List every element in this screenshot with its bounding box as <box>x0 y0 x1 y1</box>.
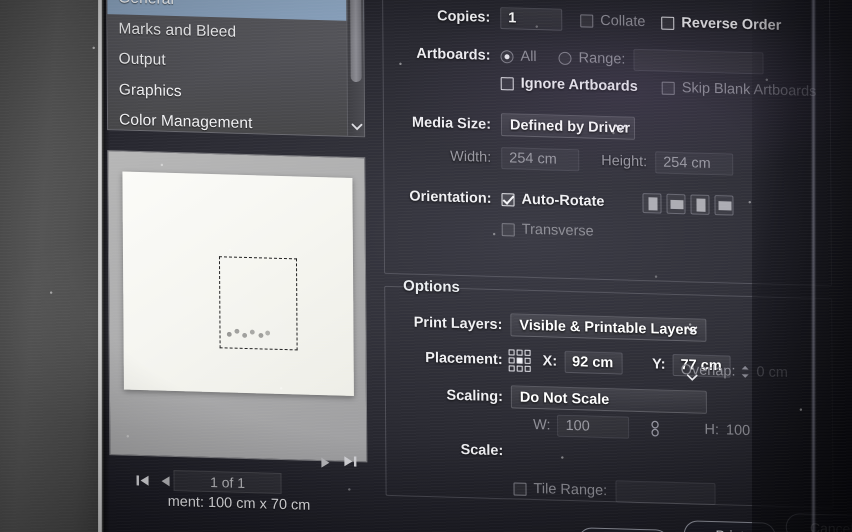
link-scale-icon[interactable] <box>649 418 660 438</box>
orientation-portrait-flipped-icon[interactable] <box>690 194 710 215</box>
width-input[interactable]: 254 cm <box>501 147 580 172</box>
orientation-landscape-flipped-icon[interactable] <box>714 195 734 216</box>
placement-cell[interactable] <box>516 365 523 372</box>
placement-label: Placement: <box>425 349 503 369</box>
page-count-value: 1 of 1 <box>209 473 246 491</box>
placement-cell[interactable] <box>516 349 523 357</box>
first-page-button[interactable] <box>136 474 150 490</box>
print-preview[interactable] <box>107 150 368 463</box>
placement-cell[interactable] <box>524 365 531 372</box>
previous-page-button[interactable] <box>160 475 172 491</box>
tile-range-checkbox[interactable] <box>513 481 527 496</box>
scaling-value: Do Not Scale <box>519 389 610 408</box>
preview-page <box>122 171 354 396</box>
width-label: Width: <box>450 148 492 166</box>
sidebar-item-label: Marks and Bleed <box>118 20 237 41</box>
sidebar-item-label: Output <box>118 50 166 69</box>
tile-range-label: Tile Range: <box>533 481 608 500</box>
x-label: X: <box>542 353 558 370</box>
preview-footer: 1 of 1 ment: 100 cm x 70 cm <box>109 455 367 514</box>
skip-blank-artboards-checkbox[interactable] <box>661 81 675 95</box>
placement-grid-icon[interactable] <box>508 349 531 372</box>
orientation-label: Orientation: <box>409 188 492 207</box>
print-settings-sidebar[interactable]: General Marks and Bleed Output Graphics … <box>106 0 366 138</box>
chevron-down-icon <box>686 371 698 385</box>
chevron-down-icon <box>686 322 698 336</box>
artboards-all-label: All <box>520 48 537 66</box>
media-size-select[interactable]: Defined by Driver <box>500 113 636 140</box>
page-count-field[interactable]: 1 of 1 <box>173 469 282 494</box>
last-page-button[interactable] <box>343 455 357 471</box>
tile-range-input[interactable] <box>615 480 716 506</box>
placement-cell[interactable] <box>508 349 515 356</box>
media-size-value: Defined by Driver <box>509 116 631 137</box>
ignore-artboards-label: Ignore Artboards <box>520 75 638 95</box>
print-button-label: Print <box>715 527 744 532</box>
copies-input[interactable]: 1 <box>500 7 563 31</box>
sidebar-item-label: Color Management <box>118 111 253 133</box>
screen-photo-scene: General Marks and Bleed Output Graphics … <box>0 0 852 532</box>
artboards-range-label: Range: <box>578 50 626 68</box>
sidebar-item-label: General <box>118 0 174 9</box>
monitor-bezel-right <box>752 0 852 532</box>
sidebar-item-label: Graphics <box>118 81 182 100</box>
ignore-artboards-checkbox[interactable] <box>500 76 514 90</box>
collate-checkbox[interactable] <box>580 13 594 28</box>
w-label: W: <box>533 416 551 434</box>
artboards-all-radio[interactable] <box>500 49 514 63</box>
options-group-title: Options <box>403 277 460 296</box>
scaling-label: Scaling: <box>446 387 503 405</box>
w-input[interactable]: 100 <box>557 414 630 439</box>
scale-label: Scale: <box>460 441 504 460</box>
sidebar-scrollbar[interactable] <box>346 0 365 138</box>
next-page-button[interactable] <box>319 456 331 472</box>
height-value: 254 cm <box>663 154 711 172</box>
transverse-checkbox[interactable] <box>501 222 515 236</box>
auto-rotate-checkbox[interactable] <box>501 192 515 206</box>
monitor-bezel-left <box>0 0 104 532</box>
sidebar-scrollbar-thumb[interactable] <box>350 0 362 83</box>
h-label: H: <box>704 421 720 439</box>
placement-cell-selected[interactable] <box>516 357 523 364</box>
placement-cell[interactable] <box>524 357 531 365</box>
auto-rotate-label: Auto-Rotate <box>521 191 605 210</box>
w-value: 100 <box>565 417 590 435</box>
x-value: 92 cm <box>572 354 614 372</box>
artboards-range-radio[interactable] <box>558 51 572 65</box>
artboards-range-input[interactable] <box>633 48 764 75</box>
print-layers-value: Visible & Printable Layers <box>519 317 698 339</box>
preview-artwork-content <box>223 326 272 341</box>
setup-button[interactable] <box>577 527 670 532</box>
placement-cell[interactable] <box>508 364 516 372</box>
orientation-landscape-icon[interactable] <box>666 193 686 215</box>
artboards-label: Artboards: <box>416 45 491 64</box>
copies-label: Copies: <box>437 8 491 26</box>
monitor-bezel-right-edge <box>811 0 816 532</box>
orientation-portrait-icon[interactable] <box>642 193 662 214</box>
width-value: 254 cm <box>509 150 557 168</box>
chevron-down-icon[interactable] <box>351 122 363 134</box>
reverse-order-checkbox[interactable] <box>661 16 675 30</box>
document-size-label: ment: 100 cm x 70 cm <box>167 493 311 514</box>
collate-label: Collate <box>600 12 646 31</box>
orientation-buttons[interactable] <box>642 193 734 216</box>
chevron-down-icon <box>615 120 626 134</box>
placement-cell[interactable] <box>524 349 531 357</box>
media-size-label: Media Size: <box>411 114 492 133</box>
print-dialog: General Marks and Bleed Output Graphics … <box>104 0 852 532</box>
height-input[interactable]: 254 cm <box>655 151 734 176</box>
y-label: Y: <box>652 356 666 373</box>
placement-cell[interactable] <box>508 357 515 364</box>
copies-value: 1 <box>508 10 517 27</box>
print-layers-label: Print Layers: <box>413 314 503 333</box>
h-value: 100 <box>725 422 751 440</box>
transverse-label: Transverse <box>521 221 594 240</box>
overlap-stepper-icon[interactable] <box>739 362 750 382</box>
scale-row: Scale: <box>405 440 503 459</box>
x-input[interactable]: 92 cm <box>564 350 623 375</box>
height-label: Height: <box>601 152 648 171</box>
